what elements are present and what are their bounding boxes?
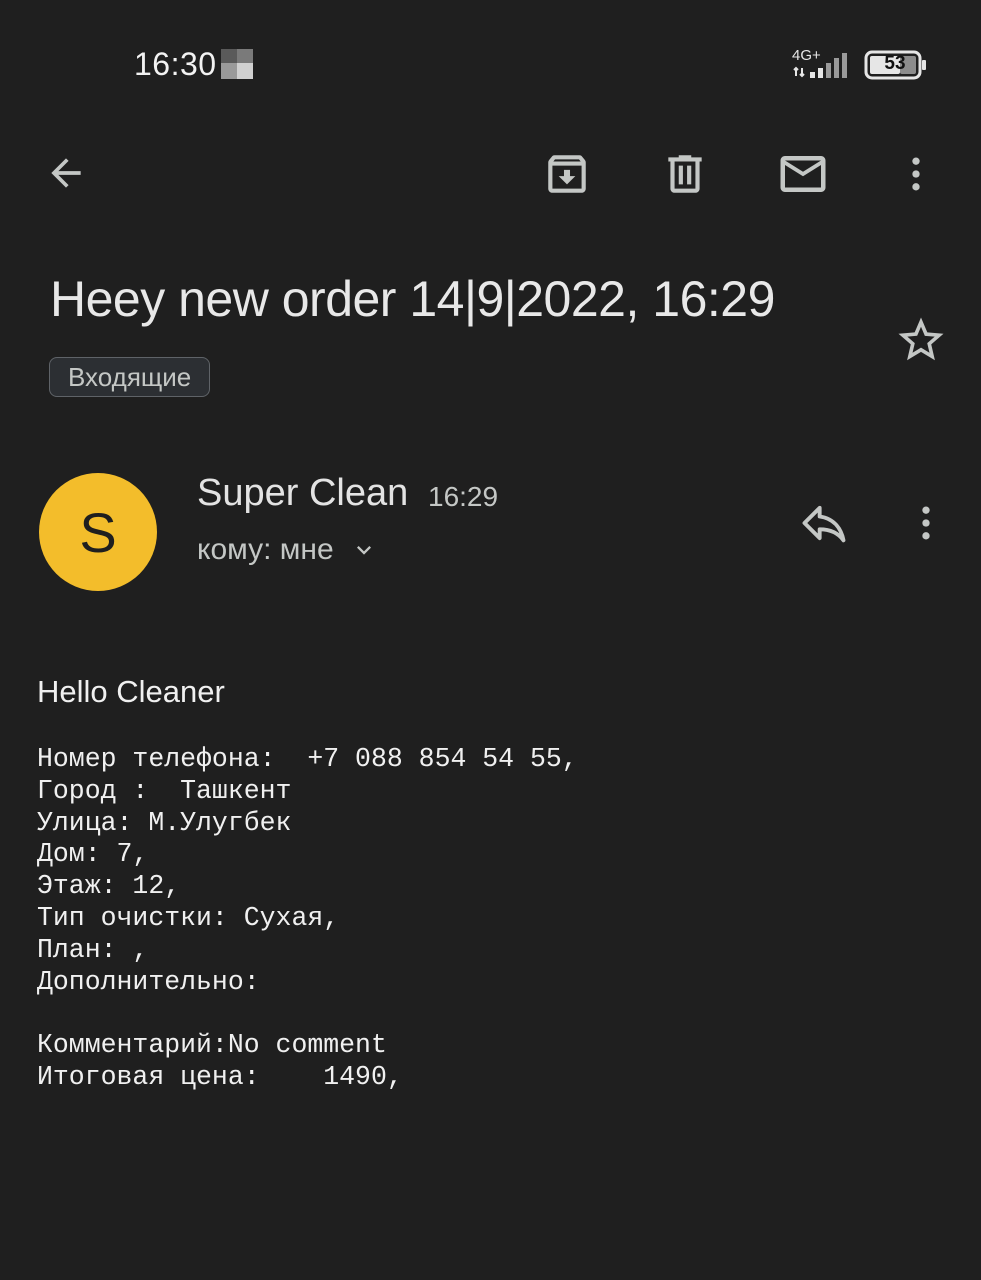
arrow-back-icon xyxy=(51,158,81,188)
star-outline-icon xyxy=(898,317,944,361)
battery-icon: 53 xyxy=(864,50,928,80)
email-body-line: Дом: 7, xyxy=(37,839,149,870)
inbox-label-chip[interactable]: Входящие xyxy=(49,357,211,397)
mail-icon xyxy=(780,156,826,192)
email-body-line: Номер телефона: +7 088 854 54 55, xyxy=(37,744,578,774)
email-body-line: Тип очистки: Сухая, xyxy=(37,902,340,933)
email-body-line: Комментарий:No comment xyxy=(37,1030,387,1061)
network-type: 4G+ xyxy=(792,47,821,64)
signal-icon: 4G+ xyxy=(790,46,854,80)
more-vert-icon xyxy=(922,506,930,540)
recipient-text: кому: мне xyxy=(197,533,334,566)
reply-button[interactable] xyxy=(794,493,854,553)
email-greeting: Hello Cleaner xyxy=(37,674,225,709)
sender-name: Super Clean xyxy=(197,472,409,514)
email-body-line: Город : Ташкент xyxy=(37,775,292,806)
status-time: 16:30 xyxy=(134,46,217,82)
email-body-line: Улица: М.Улугбек xyxy=(37,807,292,838)
battery-level: 53 xyxy=(884,53,906,74)
reply-icon xyxy=(802,505,846,543)
back-button[interactable] xyxy=(36,143,96,203)
more-vert-icon xyxy=(912,157,920,191)
notification-icon xyxy=(221,49,253,79)
star-button[interactable] xyxy=(891,310,951,370)
recipient-details-toggle[interactable]: кому: мне xyxy=(197,533,378,567)
email-body-line: План: , xyxy=(37,934,149,965)
message-more-button[interactable] xyxy=(896,493,956,553)
email-body-line: Итоговая цена: 1490, xyxy=(37,1061,403,1092)
sender-avatar[interactable]: S xyxy=(39,473,157,591)
chevron-down-icon xyxy=(356,546,371,555)
archive-icon xyxy=(548,155,586,193)
more-options-button[interactable] xyxy=(886,144,946,204)
email-body-line: Дополнительно: xyxy=(37,966,260,997)
trash-icon xyxy=(668,155,702,193)
email-body: Номер телефона: +7 088 854 54 55, Город … xyxy=(37,744,578,1094)
email-body-line: Этаж: 12, xyxy=(37,871,181,902)
archive-button[interactable] xyxy=(537,144,597,204)
email-subject: Heey new order 14|9|2022, 16:29 xyxy=(50,271,775,327)
delete-button[interactable] xyxy=(655,144,715,204)
mark-unread-button[interactable] xyxy=(773,144,833,204)
sent-time: 16:29 xyxy=(428,481,499,512)
